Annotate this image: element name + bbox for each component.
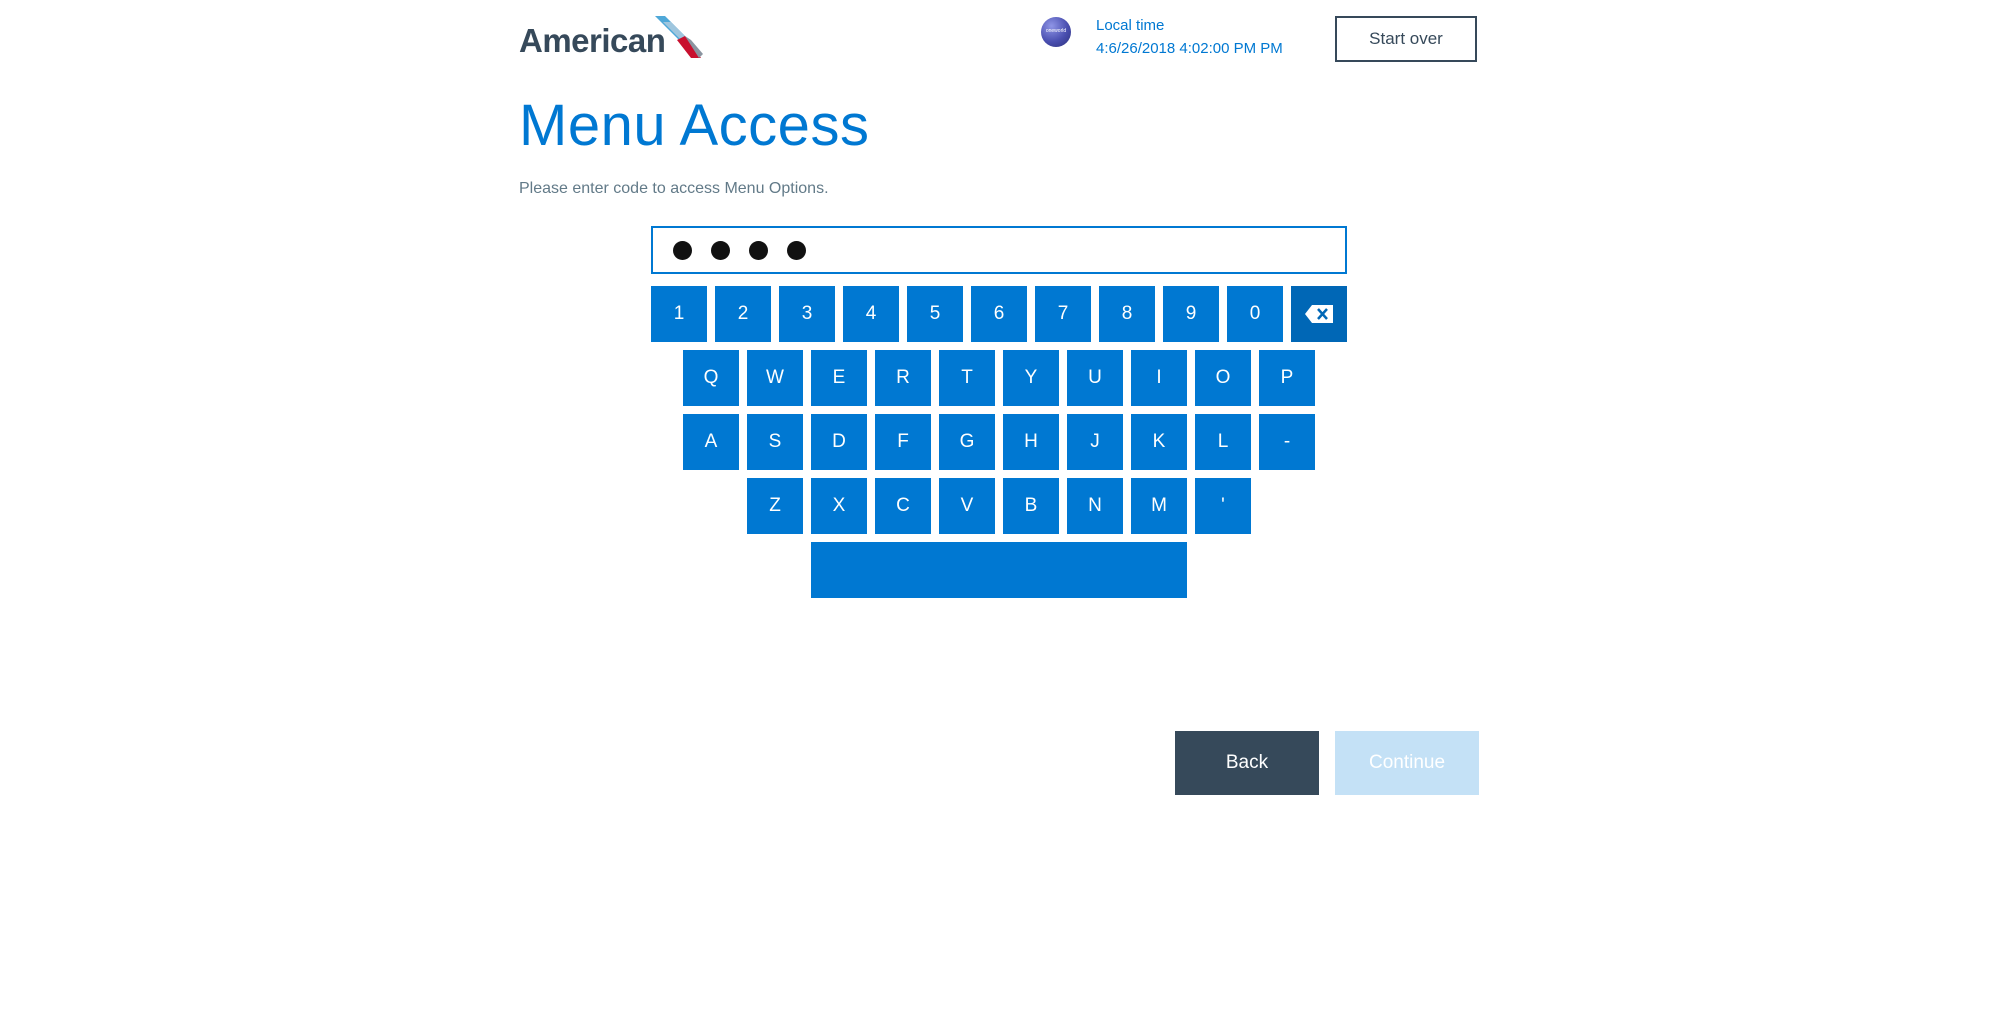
key-F[interactable]: F (875, 414, 931, 470)
key-C[interactable]: C (875, 478, 931, 534)
key-apostrophe[interactable]: ' (1195, 478, 1251, 534)
key-U[interactable]: U (1067, 350, 1123, 406)
key-E[interactable]: E (811, 350, 867, 406)
key-dash[interactable]: - (1259, 414, 1315, 470)
key-3[interactable]: 3 (779, 286, 835, 342)
key-6[interactable]: 6 (971, 286, 1027, 342)
local-time-value: 4:6/26/2018 4:02:00 PM PM (1096, 40, 1283, 57)
back-button[interactable]: Back (1175, 731, 1319, 795)
key-D[interactable]: D (811, 414, 867, 470)
masked-char-dot (749, 240, 768, 260)
start-over-button[interactable]: Start over (1335, 16, 1477, 62)
oneworld-logo-icon: oneworld (1041, 17, 1071, 47)
access-code-input[interactable] (651, 226, 1347, 274)
key-P[interactable]: P (1259, 350, 1315, 406)
key-G[interactable]: G (939, 414, 995, 470)
key-O[interactable]: O (1195, 350, 1251, 406)
key-K[interactable]: K (1131, 414, 1187, 470)
key-N[interactable]: N (1067, 478, 1123, 534)
continue-button: Continue (1335, 731, 1479, 795)
local-time-label: Local time (1096, 17, 1165, 34)
american-airlines-logo: American (519, 14, 709, 64)
key-W[interactable]: W (747, 350, 803, 406)
key-T[interactable]: T (939, 350, 995, 406)
key-B[interactable]: B (1003, 478, 1059, 534)
key-L[interactable]: L (1195, 414, 1251, 470)
key-Y[interactable]: Y (1003, 350, 1059, 406)
key-9[interactable]: 9 (1163, 286, 1219, 342)
key-M[interactable]: M (1131, 478, 1187, 534)
page-subtitle: Please enter code to access Menu Options… (519, 180, 829, 197)
key-S[interactable]: S (747, 414, 803, 470)
key-5[interactable]: 5 (907, 286, 963, 342)
key-4[interactable]: 4 (843, 286, 899, 342)
backspace-key[interactable] (1291, 286, 1347, 342)
key-7[interactable]: 7 (1035, 286, 1091, 342)
masked-char-dot (711, 240, 730, 260)
masked-char-dot (673, 240, 692, 260)
key-1[interactable]: 1 (651, 286, 707, 342)
key-Z[interactable]: Z (747, 478, 803, 534)
key-R[interactable]: R (875, 350, 931, 406)
key-2[interactable]: 2 (715, 286, 771, 342)
key-0[interactable]: 0 (1227, 286, 1283, 342)
key-V[interactable]: V (939, 478, 995, 534)
masked-char-dot (787, 240, 806, 260)
key-X[interactable]: X (811, 478, 867, 534)
key-I[interactable]: I (1131, 350, 1187, 406)
oneworld-label: oneworld (1045, 28, 1067, 34)
key-A[interactable]: A (683, 414, 739, 470)
flight-symbol-icon (655, 16, 703, 58)
key-Q[interactable]: Q (683, 350, 739, 406)
key-H[interactable]: H (1003, 414, 1059, 470)
space-bar-key[interactable] (811, 542, 1187, 598)
key-8[interactable]: 8 (1099, 286, 1155, 342)
backspace-icon (1305, 305, 1333, 323)
page-title: Menu Access (519, 93, 870, 158)
brand-name: American (519, 22, 666, 59)
key-J[interactable]: J (1067, 414, 1123, 470)
